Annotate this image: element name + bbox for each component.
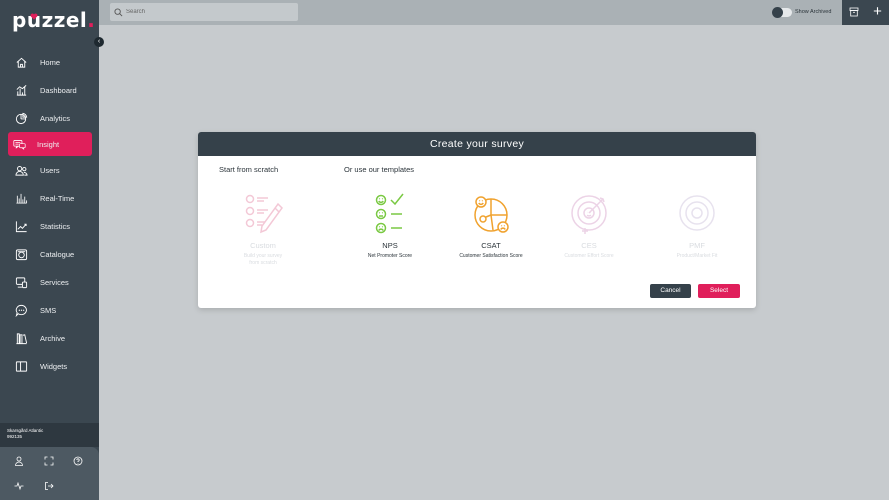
template-subtitle: Customer Satisfaction Score	[459, 253, 523, 259]
add-button[interactable]: +	[866, 0, 889, 25]
sidebar-item-label: Archive	[40, 333, 66, 343]
company-id: 992135	[7, 434, 23, 439]
logo-dot: .	[87, 8, 96, 32]
template-custom[interactable]: Custom Build your survey from scratch	[218, 192, 308, 266]
select-button[interactable]: Select	[698, 284, 740, 298]
fullscreen-icon[interactable]	[44, 456, 54, 466]
top-bar: Show Archived +	[99, 0, 889, 25]
sidebar-item-label: Widgets	[40, 361, 68, 371]
sidebar-item-widgets[interactable]: Widgets	[0, 352, 99, 380]
custom-checklist-pencil-icon	[245, 194, 283, 234]
template-subtitle: Build your survey from scratch	[218, 253, 308, 266]
sidebar-item-analytics[interactable]: Analytics	[0, 104, 99, 132]
archive-box-icon	[849, 7, 859, 17]
logout-icon[interactable]	[44, 481, 54, 491]
template-subtitle-line1: Build your survey	[243, 253, 283, 259]
sidebar-item-label: Services	[40, 277, 69, 287]
template-subtitle: Product/Market Fit	[676, 253, 718, 259]
template-title: CES	[581, 241, 597, 250]
template-title: NPS	[382, 241, 398, 250]
logo-text-end: zzel	[41, 8, 88, 32]
ces-target-icon	[571, 195, 607, 234]
start-from-scratch-label: Start from scratch	[219, 165, 279, 174]
sidebar-item-insight[interactable]: Insight	[8, 132, 92, 156]
company-info: Skarsgård Atlantic 992135	[0, 423, 99, 447]
sidebar-item-users[interactable]: Users	[0, 156, 99, 184]
statistics-icon	[15, 220, 27, 232]
help-icon[interactable]	[73, 456, 83, 466]
sidebar-item-label: Statistics	[40, 221, 71, 231]
sidebar-item-sms[interactable]: SMS	[0, 296, 99, 324]
template-csat[interactable]: CSAT Customer Satisfaction Score	[446, 192, 536, 260]
sms-icon	[15, 304, 27, 317]
sidebar-item-label: Catalogue	[40, 249, 75, 259]
sidebar-bottom-panel	[0, 447, 99, 500]
sidebar-item-label: Analytics	[40, 113, 71, 123]
insight-icon	[13, 139, 26, 150]
sidebar-item-label: SMS	[40, 305, 57, 315]
sidebar-item-archive[interactable]: Archive	[0, 324, 99, 352]
sidebar-item-statistics[interactable]: Statistics	[0, 212, 99, 240]
search-box[interactable]	[110, 3, 298, 21]
collapse-sidebar-button[interactable]: ‹	[94, 37, 104, 47]
heart-icon	[30, 13, 38, 20]
services-icon	[15, 276, 28, 288]
dashboard-icon	[16, 84, 27, 96]
template-pmf[interactable]: PMF Product/Market Fit	[652, 192, 742, 260]
logo-heart-letter: u	[26, 8, 42, 32]
sidebar: pu zzel. ‹ Home Dashboard Analytics Insig…	[0, 0, 104, 500]
template-subtitle: Customer Effort Score	[564, 253, 614, 259]
template-nps[interactable]: NPS Net Promoter Score	[345, 192, 435, 260]
csat-satisfaction-icon	[474, 196, 509, 233]
search-icon	[114, 7, 123, 16]
home-icon	[16, 57, 27, 68]
sidebar-item-label: Real-Time	[40, 193, 75, 203]
sidebar-item-label: Dashboard	[40, 85, 77, 95]
sidebar-nav: Home Dashboard Analytics Insight Users R…	[0, 48, 99, 380]
template-ces[interactable]: CES Customer Effort Score	[544, 192, 634, 260]
archive-icon	[16, 332, 28, 344]
sidebar-item-label: Users	[40, 165, 60, 175]
toggle-knob	[772, 7, 783, 18]
show-archived-toggle[interactable]	[772, 7, 792, 18]
create-survey-dialog: Create your survey Start from scratch Or…	[198, 132, 756, 308]
chevron-left-icon: ‹	[97, 38, 101, 45]
pmf-target-icon	[679, 195, 715, 231]
dialog-title: Create your survey	[198, 132, 756, 156]
nps-smileys-icon	[375, 193, 404, 234]
sidebar-item-label: Insight	[37, 139, 60, 149]
show-archived-label: Show Archived	[795, 9, 832, 15]
sidebar-item-services[interactable]: Services	[0, 268, 99, 296]
template-title: CSAT	[481, 241, 501, 250]
puzzel-logo[interactable]: pu zzel.	[12, 8, 95, 32]
template-title: PMF	[689, 241, 705, 250]
widgets-icon	[15, 360, 28, 372]
template-title: Custom	[250, 241, 276, 250]
sidebar-item-dashboard[interactable]: Dashboard	[0, 76, 99, 104]
archive-button[interactable]	[842, 0, 866, 25]
analytics-icon	[15, 112, 28, 124]
sidebar-item-label: Home	[40, 57, 61, 67]
sidebar-item-home[interactable]: Home	[0, 48, 99, 76]
search-input[interactable]	[126, 9, 286, 15]
activity-icon[interactable]	[14, 481, 24, 491]
profile-icon[interactable]	[14, 456, 24, 466]
catalogue-icon	[15, 248, 28, 260]
logo-text-start: p	[12, 8, 27, 32]
template-subtitle: Net Promoter Score	[367, 253, 413, 259]
cancel-button[interactable]: Cancel	[650, 284, 691, 298]
sidebar-item-realtime[interactable]: Real-Time	[0, 184, 99, 212]
realtime-icon	[16, 193, 28, 204]
template-subtitle-line2: from scratch	[249, 259, 277, 266]
users-icon	[15, 165, 28, 176]
sidebar-item-catalogue[interactable]: Catalogue	[0, 240, 99, 268]
templates-label: Or use our templates	[344, 165, 415, 174]
